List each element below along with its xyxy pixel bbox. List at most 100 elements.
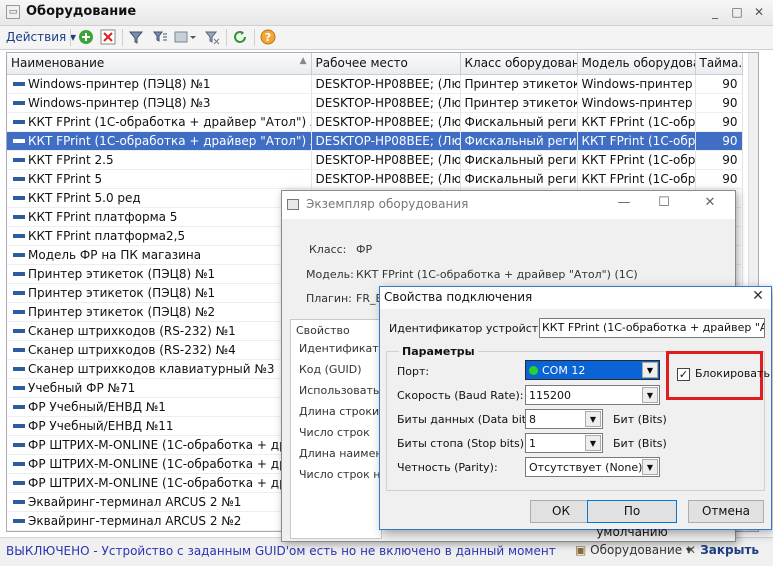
property-row[interactable]: Код (GUID) <box>299 363 362 376</box>
instance-maximize-button[interactable]: ☐ <box>652 195 676 210</box>
data-bits-unit: Бит (Bits) <box>613 413 667 426</box>
table-row[interactable]: Windows-принтер (ПЭЦ8) №3 DESKTOP-HP08BEE… <box>7 93 743 113</box>
column-header-timeout[interactable]: Таймa... <box>695 53 743 75</box>
cell-model: Windows-принтер (П... <box>577 74 696 94</box>
cell-name-text: ФР Учебный/ЕНВД №1 <box>28 399 166 414</box>
cell-workplace-text: DESKTOP-HP08BEE; (Лю... <box>315 114 460 129</box>
row-type-icon <box>13 271 25 276</box>
column-header-class[interactable]: Класс оборудования <box>460 53 578 75</box>
cell-name-text: Модель ФР на ПК магазина <box>28 247 202 262</box>
connection-dialog-close-button[interactable]: ✕ <box>748 288 768 304</box>
instance-minimize-button[interactable]: — <box>612 195 636 210</box>
class-value: ФР <box>356 243 373 256</box>
baud-rate-select[interactable]: 115200 ▼ <box>525 385 660 405</box>
instance-close-button[interactable]: ✕ <box>698 195 722 210</box>
cell-class-text: Фискальный регис... <box>464 171 577 186</box>
column-header-model[interactable]: Модель оборудован... <box>577 53 696 75</box>
chevron-down-icon[interactable]: ▼ <box>642 362 658 378</box>
cell-timeout-text: 90 <box>722 76 738 91</box>
row-type-icon <box>13 442 25 447</box>
cell-name: Сканер штрихкодов (RS-232) №1 <box>7 321 312 341</box>
minimize-button[interactable]: _ <box>706 3 724 21</box>
cell-timeout: 90 <box>695 74 743 94</box>
row-type-icon <box>13 138 25 143</box>
chevron-down-icon[interactable]: ▼ <box>642 387 658 403</box>
add-icon[interactable] <box>76 28 96 47</box>
chevron-down-icon[interactable]: ▼ <box>585 411 601 427</box>
cell-model: Windows-принтер (П... <box>577 93 696 113</box>
row-type-icon <box>13 385 25 390</box>
cell-workplace-text: DESKTOP-HP08BEE; (Лю... <box>315 133 460 148</box>
column-header-workplace[interactable]: Рабочее место <box>311 53 461 75</box>
cell-name-text: Учебный ФР №71 <box>28 380 136 395</box>
equipment-menu-label: Оборудование ▾ <box>590 543 693 557</box>
close-button[interactable]: ✕ Закрыть <box>686 543 759 557</box>
column-header-name[interactable]: Наименование ▲ <box>7 53 312 75</box>
help-icon[interactable]: ? <box>258 28 278 47</box>
cell-name-text: Сканер штрихкодов (RS-232) №4 <box>28 342 236 357</box>
row-type-icon <box>13 499 25 504</box>
cell-class-text: Фискальный регис... <box>464 114 577 129</box>
row-type-icon <box>13 480 25 485</box>
class-label: Класс: <box>309 243 347 256</box>
data-bits-value: 8 <box>529 413 536 426</box>
cell-name-text: Принтер этикеток (ПЭЦ8) №1 <box>28 285 216 300</box>
cell-name: ККТ FPrint платформа2,5 <box>7 226 312 246</box>
cell-workplace-text: DESKTOP-HP08BEE; (Лю... <box>315 152 460 167</box>
row-type-icon <box>13 290 25 295</box>
refresh-icon[interactable] <box>230 28 250 47</box>
main-title-bar: ▭ Оборудование _ □ ✕ <box>0 0 773 26</box>
sort-asc-icon: ▲ <box>299 56 307 67</box>
table-row[interactable]: ККТ FPrint (1С-обработка + драйвер "Атол… <box>7 131 743 151</box>
cell-workplace: DESKTOP-HP08BEE; (Лю... <box>311 93 461 113</box>
cell-class-text: Принтер этикеток <box>464 76 577 91</box>
delete-icon[interactable] <box>98 28 118 47</box>
port-select[interactable]: COM 12 ▼ <box>525 360 660 380</box>
window-title: Оборудование <box>26 4 137 19</box>
equipment-menu-button[interactable]: ▣ Оборудование ▾ <box>575 543 692 557</box>
restore-button[interactable]: □ <box>728 3 746 21</box>
cell-name: Сканер штрихкодов (RS-232) №4 <box>7 340 312 360</box>
cell-name-text: Принтер этикеток (ПЭЦ8) №2 <box>28 304 216 319</box>
cancel-button[interactable]: Отмена <box>688 500 764 523</box>
cell-name-text: Windows-принтер (ПЭЦ8) №3 <box>28 95 211 110</box>
ok-button[interactable]: ОК <box>530 500 592 523</box>
clear-filter-icon[interactable] <box>202 28 222 47</box>
cell-name-text: ФР ШТРИХ-М-ONLINE (1С-обработка + драйве… <box>28 437 311 452</box>
connection-properties-dialog: Свойства подключения ✕ Идентификатор уст… <box>379 286 772 539</box>
close-window-button[interactable]: ✕ <box>750 3 768 21</box>
properties-list[interactable]: Свойство Идентификатор Код (GUID) Исполь… <box>290 319 396 539</box>
table-row[interactable]: ККТ FPrint 2.5 DESKTOP-HP08BEE; (Лю... Фис… <box>7 150 743 170</box>
toolbar-separator <box>122 29 123 46</box>
toolbar-separator <box>254 29 255 46</box>
property-row[interactable]: Число строк <box>299 426 370 439</box>
port-label: Порт: <box>397 365 430 378</box>
table-header-row: Наименование ▲ Рабочее место Класс оборуд… <box>7 53 743 75</box>
baud-rate-label: Скорость (Baud Rate): <box>397 389 524 402</box>
stop-bits-select[interactable]: 1 ▼ <box>525 433 603 453</box>
cell-timeout: 90 <box>695 131 743 151</box>
chevron-down-icon[interactable]: ▼ <box>585 435 601 451</box>
row-type-icon <box>13 119 25 124</box>
parity-select[interactable]: Отсутствует (None) ▼ <box>525 457 660 477</box>
device-id-input[interactable]: ККТ FPrint (1С-обработка + драйвер "Атол… <box>539 318 765 338</box>
toolbar-separator <box>226 29 227 46</box>
toolbar-separator <box>70 29 71 46</box>
property-row[interactable]: Длина строки <box>299 405 379 418</box>
data-bits-select[interactable]: 8 ▼ <box>525 409 603 429</box>
cell-name: Принтер этикеток (ПЭЦ8) №1 <box>7 283 312 303</box>
close-icon: ✕ <box>686 543 697 557</box>
filter-list-icon[interactable] <box>150 28 170 47</box>
stop-bits-label: Биты стопа (Stop bits): <box>397 437 528 450</box>
property-row[interactable]: Использовать <box>299 384 379 397</box>
default-button[interactable]: По умолчанию <box>587 500 677 539</box>
table-row[interactable]: Windows-принтер (ПЭЦ8) №1 DESKTOP-HP08BEE… <box>7 74 743 94</box>
table-row[interactable]: ККТ FPrint 5 DESKTOP-HP08BEE; (Лю... Фиска… <box>7 169 743 189</box>
block-checkbox[interactable]: ✓ <box>677 368 690 381</box>
table-row[interactable]: ККТ FPrint (1С-обработка + драйвер "Атол… <box>7 112 743 132</box>
dialog-window-icon <box>287 199 299 210</box>
filter-icon[interactable] <box>126 28 146 47</box>
filter-dropdown-icon[interactable] <box>172 28 198 47</box>
actions-menu[interactable]: Действия ▾ <box>6 30 76 44</box>
chevron-down-icon[interactable]: ▼ <box>642 459 658 475</box>
